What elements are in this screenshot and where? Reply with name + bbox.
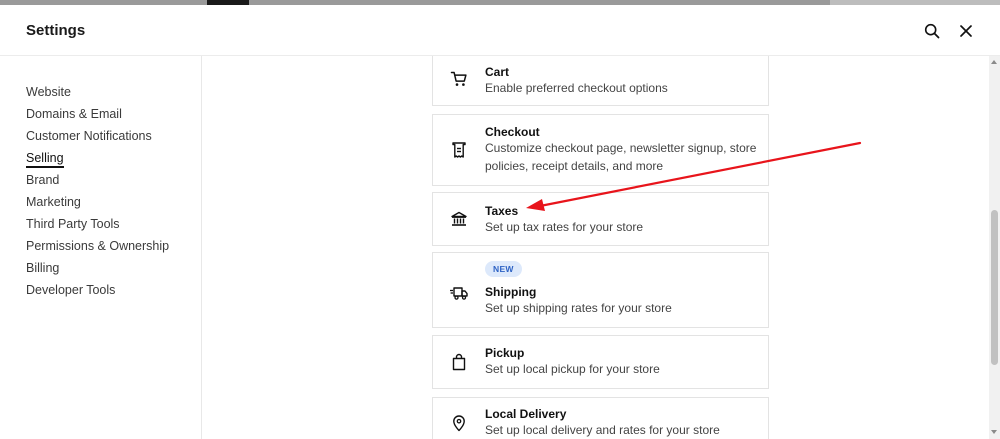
card-description: Set up shipping rates for your store: [485, 301, 672, 315]
new-badge: NEW: [485, 261, 522, 277]
scrollbar[interactable]: [989, 56, 1000, 439]
card-title: Cart: [485, 65, 510, 79]
scroll-down-icon[interactable]: [991, 430, 997, 434]
cart-icon: [449, 69, 469, 89]
close-icon: [960, 25, 972, 37]
card-title: Shipping: [485, 285, 537, 299]
search-button[interactable]: [920, 19, 944, 43]
card-description: Customize checkout page, newsletter sign…: [485, 141, 757, 173]
sidebar-item-marketing[interactable]: Marketing: [26, 195, 81, 209]
sidebar-item-customer-notifications[interactable]: Customer Notifications: [26, 129, 152, 143]
truck-icon: [449, 283, 469, 303]
card-checkout[interactable]: Checkout Customize checkout page, newsle…: [432, 114, 769, 186]
page-title: Settings: [26, 22, 86, 39]
scroll-up-icon[interactable]: [991, 60, 997, 64]
sidebar-item-brand[interactable]: Brand: [26, 173, 59, 187]
card-shipping[interactable]: NEW Shipping Set up shipping rates for y…: [432, 252, 769, 328]
card-taxes[interactable]: Taxes Set up tax rates for your store: [432, 192, 769, 246]
card-description: Enable preferred checkout options: [485, 81, 668, 95]
card-title: Checkout: [485, 125, 540, 139]
sidebar-item-developer-tools[interactable]: Developer Tools: [26, 283, 115, 297]
settings-content: Cart Enable preferred checkout options C…: [202, 56, 988, 439]
scrollbar-thumb[interactable]: [991, 210, 998, 365]
search-icon: [924, 23, 940, 39]
bag-icon: [449, 352, 469, 372]
card-cart[interactable]: Cart Enable preferred checkout options: [432, 56, 769, 106]
card-description: Set up local delivery and rates for your…: [485, 423, 720, 437]
card-description: Set up local pickup for your store: [485, 362, 660, 376]
checkout-icon: [449, 140, 469, 160]
card-title: Local Delivery: [485, 407, 567, 421]
sidebar-item-domains-email[interactable]: Domains & Email: [26, 107, 122, 121]
bank-icon: [449, 209, 469, 229]
card-title: Taxes: [485, 204, 519, 218]
card-description: Set up tax rates for your store: [485, 220, 644, 234]
settings-sidebar: Website Domains & Email Customer Notific…: [0, 56, 202, 439]
sidebar-item-permissions-ownership[interactable]: Permissions & Ownership: [26, 239, 169, 253]
sidebar-item-website[interactable]: Website: [26, 85, 71, 99]
close-button[interactable]: [954, 19, 978, 43]
location-pin-icon: [449, 413, 469, 433]
sidebar-item-billing[interactable]: Billing: [26, 261, 59, 275]
card-title: Pickup: [485, 346, 525, 360]
card-pickup[interactable]: Pickup Set up local pickup for your stor…: [432, 335, 769, 389]
sidebar-item-third-party-tools[interactable]: Third Party Tools: [26, 217, 120, 231]
sidebar-item-selling[interactable]: Selling: [26, 151, 64, 168]
settings-header: Settings: [0, 5, 1000, 56]
card-local-delivery[interactable]: Local Delivery Set up local delivery and…: [432, 397, 769, 439]
